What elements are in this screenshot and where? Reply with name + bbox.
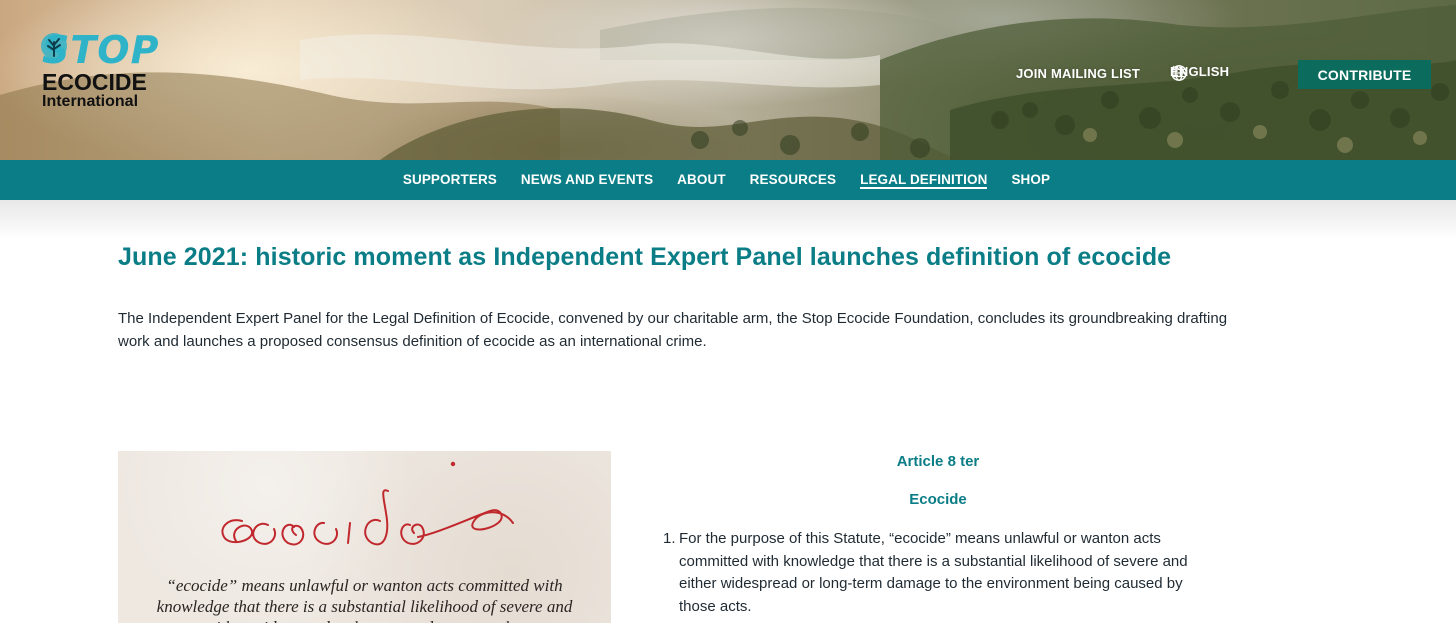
- stop-ecocide-logo[interactable]: STOP ECOCIDE International: [38, 30, 168, 114]
- clause-text: For the purpose of this Statute, “ecocid…: [679, 530, 1188, 615]
- clause-number: 1.: [663, 530, 676, 547]
- nav-item-news-and-events[interactable]: NEWS AND EVENTS: [521, 172, 653, 189]
- contribute-button[interactable]: CONTRIBUTE: [1298, 60, 1431, 89]
- nav-item-legal-definition[interactable]: LEGAL DEFINITION: [860, 172, 988, 189]
- article-title: Ecocide: [909, 491, 967, 508]
- join-mailing-list-link[interactable]: JOIN MAILING LIST: [1016, 66, 1140, 81]
- language-selector[interactable]: ENGLISH: [1170, 64, 1229, 81]
- article-clause-1: 1. For the purpose of this Statute, “eco…: [660, 528, 1220, 618]
- logo-international-text: International: [42, 93, 139, 110]
- page-headline: June 2021: historic moment as Independen…: [118, 243, 1172, 271]
- article-number: Article 8 ter: [896, 453, 980, 470]
- main-navigation: SUPPORTERS NEWS AND EVENTS ABOUT RESOURC…: [0, 160, 1456, 200]
- nav-item-shop[interactable]: SHOP: [1011, 172, 1050, 189]
- forest-landscape-image: [0, 5, 1456, 160]
- nav-item-resources[interactable]: RESOURCES: [750, 172, 836, 189]
- nav-shadow: [0, 200, 1456, 240]
- chevron-down-icon: [1172, 65, 1182, 71]
- tree-icon: [41, 33, 67, 59]
- hero-banner: STOP ECOCIDE International JOIN MAILING …: [0, 0, 1456, 160]
- nav-item-supporters[interactable]: SUPPORTERS: [403, 172, 497, 189]
- logo-ecocide-text: ECOCIDE: [42, 69, 147, 95]
- poster-quote-text: “ecocide” means unlawful or wanton acts …: [156, 576, 573, 623]
- nav-item-about[interactable]: ABOUT: [677, 172, 726, 189]
- intro-paragraph: The Independent Expert Panel for the Leg…: [118, 310, 1228, 350]
- ecocide-definition-poster: “ecocide” means unlawful or wanton acts …: [118, 451, 611, 623]
